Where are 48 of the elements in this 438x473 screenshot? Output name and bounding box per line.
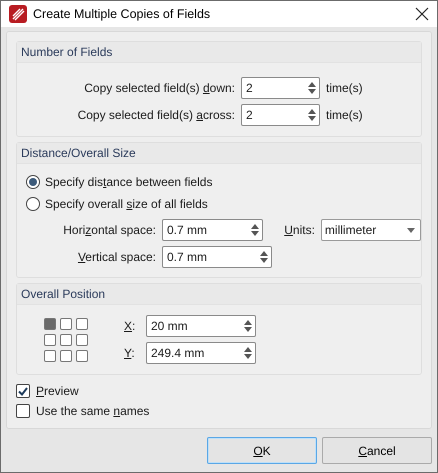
dialog-button[interactable]: OK xyxy=(207,437,317,464)
field-label: Units: xyxy=(283,223,315,237)
units-dropdown[interactable]: millimeter xyxy=(320,219,421,241)
spin-field[interactable]: 20 mm xyxy=(146,315,256,337)
position-cell[interactable] xyxy=(76,334,88,346)
suffix-label: time(s) xyxy=(326,81,363,95)
spin-arrows-icon[interactable] xyxy=(244,320,252,332)
spin-arrows-icon[interactable] xyxy=(244,347,252,359)
field-label: Horizontal space: xyxy=(62,223,156,237)
count-spin-field[interactable]: 2 xyxy=(241,104,320,126)
position-cell[interactable] xyxy=(44,350,56,362)
window-title: Create Multiple Copies of Fields xyxy=(33,7,212,21)
group-title: Distance/Overall Size xyxy=(17,143,421,164)
checkbox[interactable] xyxy=(16,384,30,398)
checkbox-label[interactable]: Use the same names xyxy=(36,404,150,418)
spin-field[interactable]: 0.7 mm xyxy=(162,219,263,241)
radio-label[interactable]: Specify overall size of all fields xyxy=(45,196,208,210)
spin-arrows-icon[interactable] xyxy=(260,251,268,263)
radio-button[interactable] xyxy=(26,174,40,188)
position-cell[interactable] xyxy=(76,318,88,330)
checkbox[interactable] xyxy=(16,404,30,418)
position-cell[interactable] xyxy=(60,334,72,346)
close-icon[interactable] xyxy=(415,7,429,21)
position-cell[interactable] xyxy=(76,350,88,362)
spin-arrows-icon[interactable] xyxy=(308,109,316,121)
radio-label[interactable]: Specify distance between fields xyxy=(45,174,212,188)
app-logo-icon xyxy=(9,5,27,23)
checkbox-label[interactable]: Preview xyxy=(36,384,79,398)
spin-arrows-icon[interactable] xyxy=(308,82,316,94)
position-cell[interactable] xyxy=(44,318,56,330)
field-label: Copy selected field(s) across: xyxy=(76,108,235,122)
group-title: Overall Position xyxy=(17,284,421,305)
field-label: Copy selected field(s) down: xyxy=(83,81,235,95)
spin-field[interactable]: 249.4 mm xyxy=(146,342,256,364)
radio-button[interactable] xyxy=(26,196,40,210)
position-cell[interactable] xyxy=(60,318,72,330)
spin-arrows-icon[interactable] xyxy=(250,224,259,236)
dialog-button[interactable]: Cancel xyxy=(322,437,432,464)
position-cell[interactable] xyxy=(60,350,72,362)
count-spin-field[interactable]: 2 xyxy=(241,77,320,99)
group-title: Number of Fields xyxy=(17,42,421,63)
position-cell[interactable] xyxy=(44,334,56,346)
suffix-label: time(s) xyxy=(326,108,363,122)
field-label: Vertical space: xyxy=(76,250,156,264)
dropdown-caret-icon[interactable] xyxy=(407,228,415,232)
field-label: Y: xyxy=(124,346,136,360)
spin-field[interactable]: 0.7 mm xyxy=(162,246,272,268)
field-label: X: xyxy=(124,319,136,333)
